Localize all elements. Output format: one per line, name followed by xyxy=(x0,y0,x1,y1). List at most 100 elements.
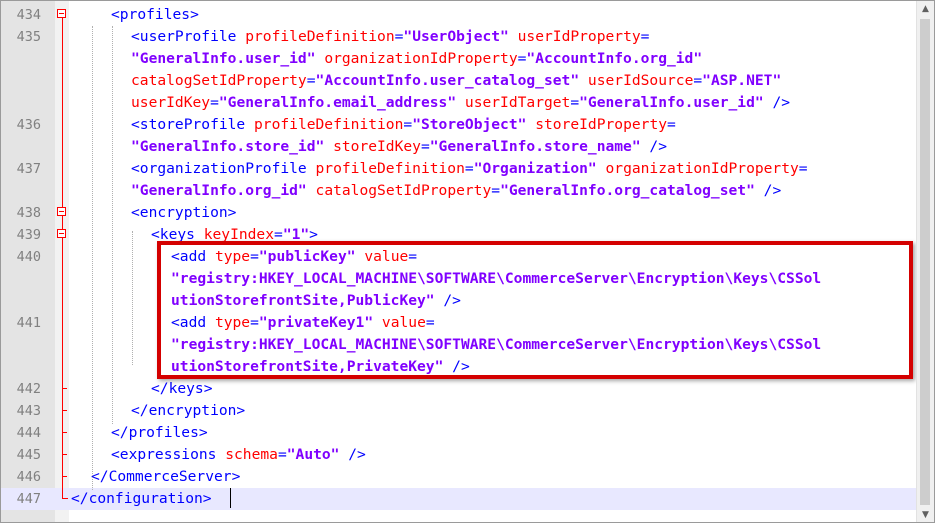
attribute-name: storeIdProperty xyxy=(535,116,668,133)
line-number: 440 xyxy=(16,249,41,265)
code-text: </configuration> xyxy=(71,488,212,510)
line-number: 437 xyxy=(16,161,41,177)
tag-token: = xyxy=(306,72,316,89)
tag-token: = xyxy=(210,94,219,111)
attribute-value: "AccountInfo.user_catalog_set" xyxy=(315,72,580,89)
line-number: 436 xyxy=(16,117,41,133)
code-text: </encryption> xyxy=(131,400,245,422)
code-line[interactable]: 437 <organizationProfile profileDefinitio… xyxy=(1,158,919,180)
vertical-scrollbar[interactable]: ▲ ▼ xyxy=(916,1,934,522)
tag-token: </profiles> xyxy=(111,424,208,441)
tag-token: </keys> xyxy=(151,380,213,397)
attribute-name: userIdTarget xyxy=(464,94,571,111)
code-line[interactable]: userIdKey="GeneralInfo.email_address" us… xyxy=(1,92,919,114)
code-text: </CommerceServer> xyxy=(91,466,240,488)
code-line[interactable]: 438 <encryption> xyxy=(1,202,919,224)
attribute-value: "Organization" xyxy=(473,160,597,177)
attribute-value: "Auto" xyxy=(286,446,340,463)
tag-token: = xyxy=(693,72,703,89)
attribute-name: userIdKey xyxy=(131,94,211,111)
attribute-name: storeIdKey xyxy=(333,138,421,155)
scroll-up-icon[interactable]: ▲ xyxy=(917,1,934,18)
tag-token: /> xyxy=(763,94,791,111)
code-text: <profiles> xyxy=(111,4,199,26)
code-line[interactable]: 434 <profiles> xyxy=(1,4,919,26)
code-line[interactable]: catalogSetIdProperty="AccountInfo.user_c… xyxy=(1,70,919,92)
code-text: <encryption> xyxy=(131,202,236,224)
attribute-value: "GeneralInfo.user_id" xyxy=(131,50,316,67)
tag-token xyxy=(307,182,316,199)
fold-toggle-icon[interactable] xyxy=(57,207,66,216)
attribute-name: catalogSetIdProperty xyxy=(131,72,307,89)
line-number: 446 xyxy=(16,469,41,485)
fold-end-tick-icon xyxy=(62,388,67,389)
fold-toggle-icon[interactable] xyxy=(57,9,66,18)
code-text: "GeneralInfo.org_id" catalogSetIdPropert… xyxy=(131,180,781,202)
tag-token xyxy=(597,160,606,177)
line-number: 445 xyxy=(16,447,41,463)
code-line[interactable]: 445 <expressions schema="Auto" /> xyxy=(1,444,919,466)
tag-token: <storeProfile xyxy=(131,116,255,133)
attribute-name: profileDefinition xyxy=(254,116,404,133)
tag-token: = xyxy=(464,160,474,177)
code-line[interactable]: 442 </keys> xyxy=(1,378,919,400)
tag-token: </CommerceServer> xyxy=(91,468,241,485)
code-line[interactable]: "GeneralInfo.user_id" organizationIdProp… xyxy=(1,48,919,70)
indent-guide xyxy=(92,26,94,490)
code-line[interactable]: 446 </CommerceServer> xyxy=(1,466,919,488)
code-text: userIdKey="GeneralInfo.email_address" us… xyxy=(131,92,790,114)
code-editor[interactable]: 434 <profiles> 435 <userProfile profileDefi… xyxy=(0,0,935,523)
attribute-value: "GeneralInfo.user_id" xyxy=(579,94,764,111)
tag-token: = xyxy=(277,446,287,463)
code-line[interactable]: 444 </profiles> xyxy=(1,422,919,444)
attribute-value: "GeneralInfo.email_address" xyxy=(218,94,457,111)
tag-token: = xyxy=(420,138,430,155)
attribute-name: organizationIdProperty xyxy=(605,160,799,177)
tag-token xyxy=(579,72,588,89)
fold-end-tick-icon xyxy=(62,476,67,477)
line-number: 434 xyxy=(16,7,41,23)
attribute-name: profileDefinition xyxy=(245,28,395,45)
attribute-value: "GeneralInfo.store_id" xyxy=(131,138,325,155)
tag-token: <organizationProfile xyxy=(131,160,316,177)
scroll-down-icon[interactable]: ▼ xyxy=(917,507,934,522)
code-text: "GeneralInfo.store_id" storeIdKey="Gener… xyxy=(131,136,667,158)
fold-end-icon xyxy=(62,488,68,499)
tag-token: = xyxy=(667,116,676,133)
fold-toggle-icon[interactable] xyxy=(57,229,66,238)
code-line[interactable]: 435 <userProfile profileDefinition = "UserO… xyxy=(1,26,919,48)
indent-guide xyxy=(112,26,114,424)
attribute-value: "StoreObject" xyxy=(412,116,527,133)
tag-token: </configuration> xyxy=(71,490,212,507)
fold-end-tick-icon xyxy=(62,410,67,411)
fold-end-tick-icon xyxy=(62,432,67,433)
code-line[interactable]: 447 </configuration> xyxy=(1,488,919,510)
attribute-value: "AccountInfo.org_id" xyxy=(526,50,703,67)
attribute-name: organizationIdProperty xyxy=(324,50,518,67)
tag-token: = xyxy=(640,28,650,45)
tag-token: /> xyxy=(339,446,366,463)
tag-token xyxy=(456,94,465,111)
code-text: "GeneralInfo.user_id" organizationIdProp… xyxy=(131,48,702,70)
tag-token: = xyxy=(403,116,413,133)
code-text: <organizationProfile profileDefinition="… xyxy=(131,158,808,180)
code-line[interactable]: 436 <storeProfile profileDefinition="Stor… xyxy=(1,114,919,136)
tag-token: = xyxy=(491,182,501,199)
line-number: 435 xyxy=(16,29,41,45)
tag-token: /> xyxy=(640,138,667,155)
code-line[interactable]: "GeneralInfo.org_id" catalogSetIdPropert… xyxy=(1,180,919,202)
attribute-value: "UserObject" xyxy=(403,28,509,45)
tag-token xyxy=(509,28,518,45)
attribute-value: "GeneralInfo.store_name" xyxy=(429,138,641,155)
code-line[interactable]: "GeneralInfo.store_id" storeIdKey="Gener… xyxy=(1,136,919,158)
scrollbar-thumb[interactable] xyxy=(920,19,930,505)
tag-token: <profiles> xyxy=(111,6,199,23)
line-number: 439 xyxy=(16,227,41,243)
tag-token: = xyxy=(570,94,580,111)
tag-token: </encryption> xyxy=(131,402,246,419)
tag-token: = xyxy=(798,160,808,177)
code-text: catalogSetIdProperty="AccountInfo.user_c… xyxy=(131,70,781,92)
code-line[interactable]: 443 </encryption> xyxy=(1,400,919,422)
line-number: 443 xyxy=(16,403,41,419)
tag-token xyxy=(316,50,325,67)
